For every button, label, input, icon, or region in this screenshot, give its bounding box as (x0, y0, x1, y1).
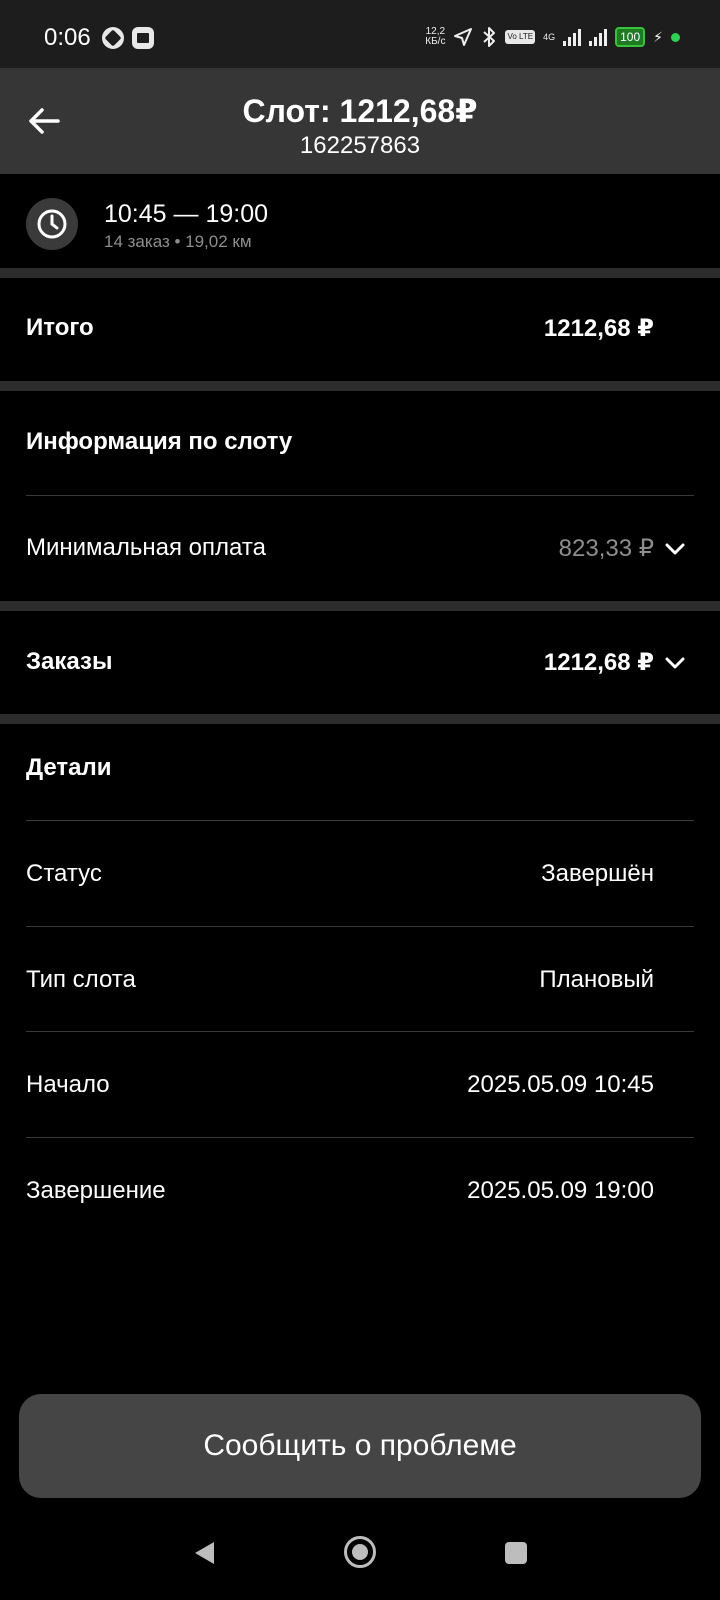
section-separator (0, 601, 720, 611)
total-value: 1212,68 ₽ (543, 315, 654, 342)
total-label: Итого (26, 314, 94, 341)
orders-label: Заказы (26, 648, 113, 675)
charging-icon: ⚡ (653, 28, 663, 45)
page-title: Слот: 1212,68₽ (242, 93, 478, 129)
network-type: 4G (543, 32, 556, 42)
battery-icon: 100 (615, 27, 646, 47)
divider (26, 1137, 694, 1138)
start-label: Начало (26, 1071, 110, 1098)
nav-recents-icon[interactable] (505, 1542, 527, 1564)
section-separator (0, 381, 720, 391)
details-heading: Детали (26, 754, 112, 781)
orders-value: 1212,68 ₽ (543, 649, 654, 676)
status-label: Статус (26, 860, 102, 887)
section-separator (0, 714, 720, 724)
nav-home-icon[interactable] (344, 1536, 376, 1568)
start-value: 2025.05.09 10:45 (467, 1071, 654, 1098)
report-problem-button[interactable]: Сообщить о проблеме (19, 1394, 701, 1498)
gallery-notification-icon (132, 27, 154, 49)
chevron-down-icon[interactable] (664, 542, 686, 556)
end-value: 2025.05.09 19:00 (467, 1177, 654, 1204)
status-value: Завершён (541, 860, 654, 887)
network-speed: 12,2 КБ/с (425, 27, 445, 47)
location-icon (454, 28, 473, 46)
slot-type-value: Плановый (539, 966, 654, 993)
divider (26, 495, 694, 496)
min-payment-value: 823,33 ₽ (558, 535, 654, 562)
volte-icon: Vo LTE (505, 30, 536, 44)
min-payment-label: Минимальная оплата (26, 534, 266, 561)
status-time: 0:06 (44, 24, 91, 51)
chevron-down-icon[interactable] (664, 656, 686, 670)
app-header: Слот: 1212,68₽ 162257863 (0, 68, 720, 174)
app-notification-icon (102, 27, 124, 49)
status-indicators: 12,2 КБ/с Vo LTE 4G 100 ⚡ (425, 24, 680, 50)
slot-type-label: Тип слота (26, 966, 136, 993)
privacy-dot-icon (671, 32, 680, 42)
network-speed-unit: КБ/с (425, 36, 446, 47)
slot-info-heading: Информация по слоту (26, 428, 293, 455)
divider (26, 1031, 694, 1032)
nav-back-icon[interactable] (192, 1540, 216, 1566)
notification-icons (102, 27, 154, 49)
end-label: Завершение (26, 1177, 166, 1204)
slot-id: 162257863 (299, 132, 421, 159)
system-nav-bar (0, 1510, 720, 1600)
slot-time-block: 10:45 — 19:00 14 заказ • 19,02 км (0, 174, 720, 268)
signal-icon (563, 28, 582, 46)
signal-icon-2 (589, 28, 608, 46)
slot-meta: 14 заказ • 19,02 км (104, 232, 252, 251)
divider (26, 926, 694, 927)
bluetooth-icon (483, 27, 496, 47)
slot-time-range: 10:45 — 19:00 (104, 200, 269, 228)
divider (26, 820, 694, 821)
section-separator (0, 268, 720, 278)
clock-icon (26, 198, 78, 250)
status-bar: 0:06 12,2 КБ/с Vo LTE 4G 100 ⚡ (0, 0, 720, 68)
